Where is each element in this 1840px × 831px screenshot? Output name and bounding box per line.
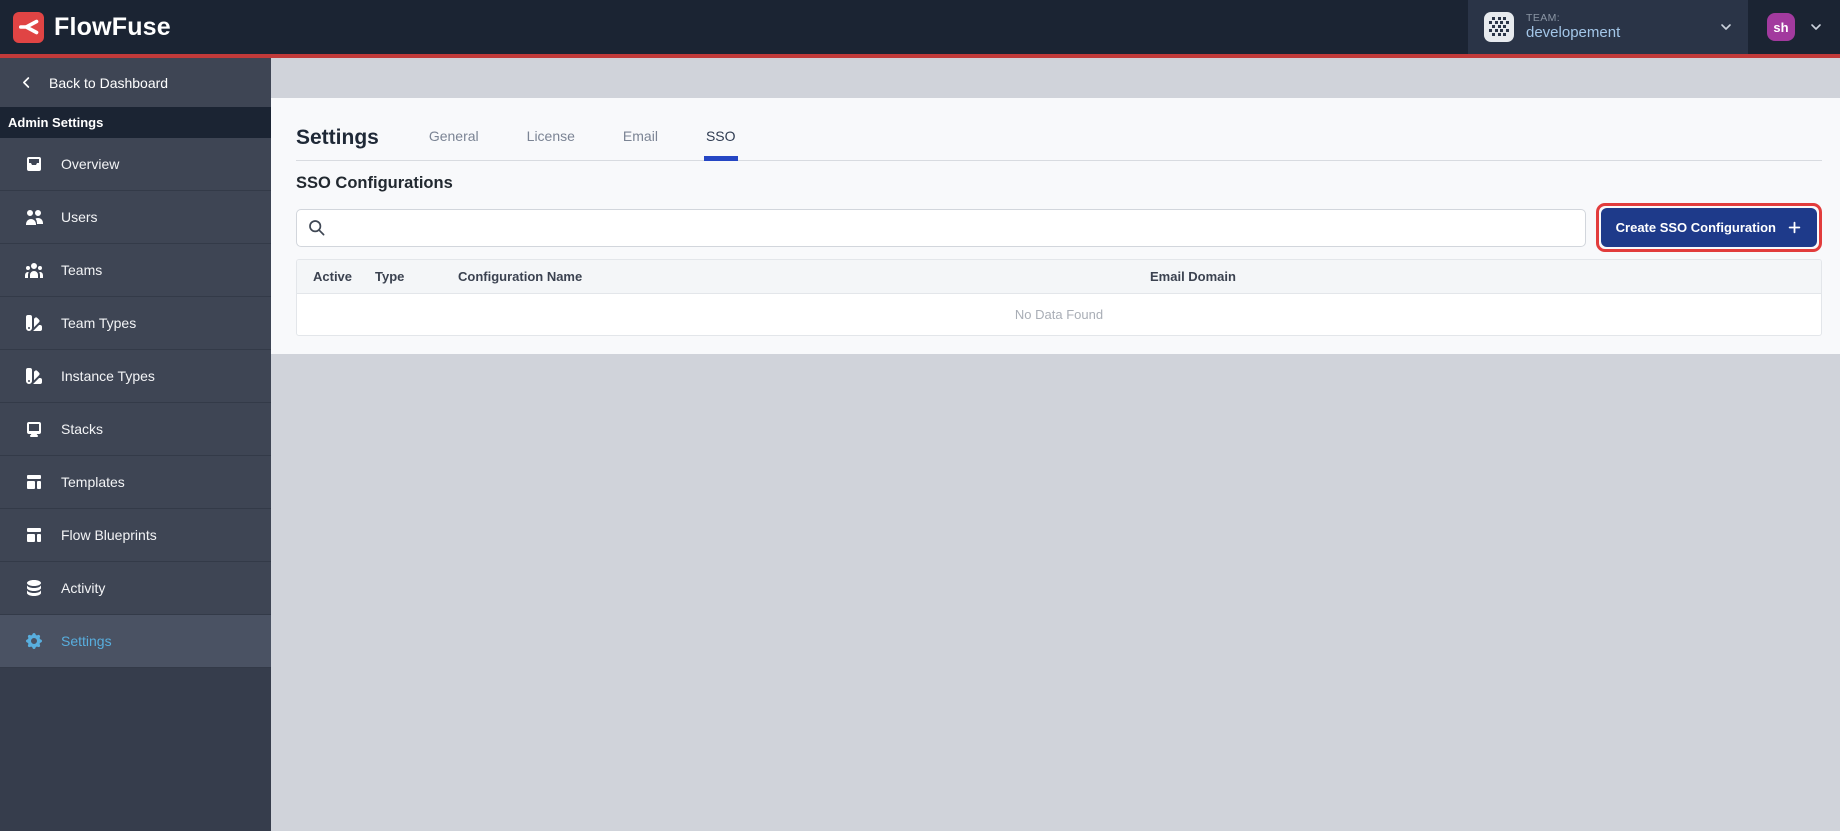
back-to-dashboard-label: Back to Dashboard [49,74,169,91]
sidebar-item-label: Stacks [61,421,104,437]
sidebar-item-label: Settings [61,633,112,649]
sidebar-item-label: Teams [61,262,103,278]
search-field-wrap [296,208,1586,247]
tab-general[interactable]: General [427,128,481,160]
sidebar-item-overview[interactable]: Overview [0,138,271,191]
color-swatch-icon [24,313,44,333]
color-swatch-icon [24,366,44,386]
page-title: Settings [296,126,379,149]
team-selector[interactable]: TEAM: developement [1468,0,1748,54]
sidebar-item-flow-blueprints[interactable]: Flow Blueprints [0,509,271,562]
column-header-active: Active [313,269,353,284]
back-to-dashboard-link[interactable]: Back to Dashboard [0,58,271,107]
brand-name: FlowFuse [54,12,171,41]
sidebar-item-label: Team Types [61,315,137,331]
user-menu[interactable]: sh [1748,13,1840,41]
users-icon [24,207,44,227]
team-label: TEAM: [1526,12,1561,25]
sidebar-item-templates[interactable]: Templates [0,456,271,509]
team-meta: TEAM: developement [1526,12,1620,41]
sidebar-item-team-types[interactable]: Team Types [0,297,271,350]
cog-icon [24,631,44,651]
navbar-accent-line [0,54,1840,58]
admin-sidebar: Back to Dashboard Admin Settings Overvie… [0,58,271,831]
settings-tabs: General License Email SSO [427,128,738,160]
chevron-down-icon [1811,24,1821,30]
settings-panel: Settings General License Email SSO SSO C… [271,98,1840,354]
column-header-email-domain: Email Domain [1150,269,1236,284]
sso-configurations-title: SSO Configurations [296,174,453,192]
sso-configurations-table: Active Type Configuration Name Email Dom… [296,259,1822,336]
create-sso-configuration-button[interactable]: Create SSO Configuration [1600,208,1817,247]
sidebar-item-label: Templates [61,474,125,490]
brand-home-link[interactable]: FlowFuse [0,11,171,43]
sidebar-item-settings[interactable]: Settings [0,615,271,668]
settings-header: Settings General License Email SSO [296,98,1822,161]
sidebar-item-label: Overview [61,156,120,172]
plus-icon [1788,221,1801,234]
database-icon [24,578,44,598]
create-sso-configuration-label: Create SSO Configuration [1615,220,1776,235]
sidebar-item-label: Instance Types [61,368,155,384]
sidebar-item-label: Flow Blueprints [61,527,157,543]
top-navbar: FlowFuse TEAM: developement sh [0,0,1840,54]
sidebar-filler [0,668,271,831]
tab-email[interactable]: Email [621,128,660,160]
user-group-icon [24,260,44,280]
user-avatar[interactable]: sh [1767,13,1795,41]
main-content: Settings General License Email SSO SSO C… [271,58,1840,831]
column-header-type: Type [375,269,405,284]
content-top-margin [271,58,1840,98]
search-icon [309,219,325,235]
column-header-configuration-name: Configuration Name [458,269,583,284]
flowfuse-logo-icon [13,11,44,43]
content-background [271,354,1840,831]
table-header-row: Active Type Configuration Name Email Dom… [297,260,1821,294]
sidebar-section-title: Admin Settings [0,107,271,138]
inbox-icon [24,154,44,174]
sidebar-item-activity[interactable]: Activity [0,562,271,615]
annotation-highlight-box: Create SSO Configuration [1595,203,1822,252]
table-empty-message: No Data Found [1014,307,1104,322]
tab-license[interactable]: License [525,128,577,160]
sso-toolbar: Create SSO Configuration [296,203,1822,252]
sidebar-item-label: Activity [61,580,106,596]
search-input[interactable] [296,208,1586,247]
sidebar-item-users[interactable]: Users [0,191,271,244]
template-icon [24,525,44,545]
chevron-down-icon [1721,24,1731,30]
chevron-left-icon [23,77,30,88]
sidebar-item-teams[interactable]: Teams [0,244,271,297]
desktop-icon [24,419,44,439]
team-name: developement [1526,24,1621,42]
sidebar-item-instance-types[interactable]: Instance Types [0,350,271,403]
team-avatar-identicon [1484,12,1514,42]
tab-sso[interactable]: SSO [704,128,738,160]
sidebar-item-label: Users [61,209,98,225]
template-icon [24,472,44,492]
sidebar-item-stacks[interactable]: Stacks [0,403,271,456]
